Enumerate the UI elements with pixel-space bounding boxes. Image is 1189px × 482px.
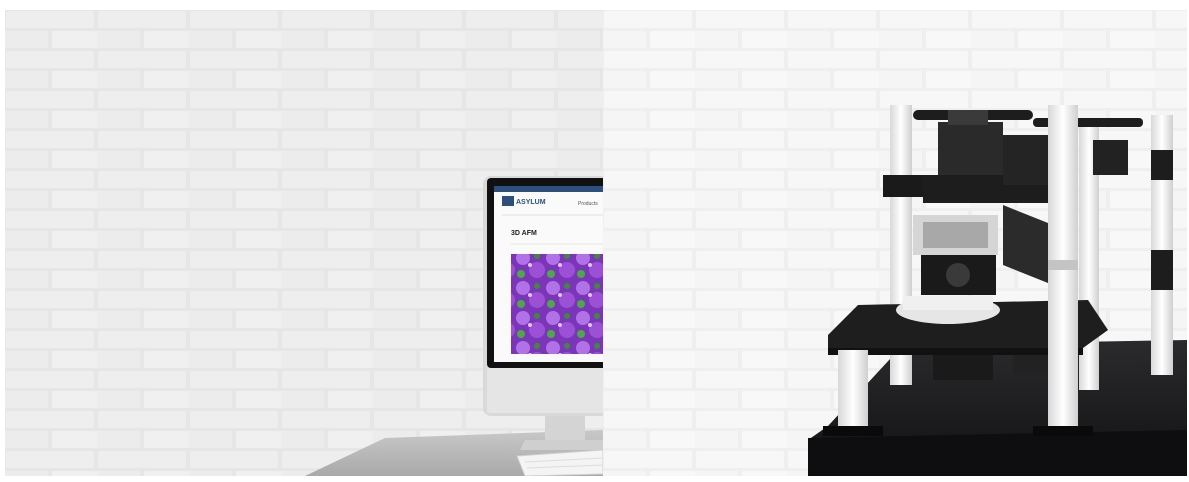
office-scene: ASYLUM Products 3D AFM xyxy=(5,10,603,476)
left-photo-panel: ASYLUM Products 3D AFM xyxy=(5,10,603,476)
screen-logo-text: ASYLUM xyxy=(516,199,546,206)
right-photo-panel xyxy=(603,10,1187,476)
screen-purple-image xyxy=(511,254,603,354)
asylum-logo-icon xyxy=(502,196,514,206)
screen-page-heading: 3D AFM xyxy=(511,230,537,237)
computer-monitor: ASYLUM Products 3D AFM xyxy=(483,176,603,416)
screen-nav-text: Products xyxy=(578,201,598,207)
instrument-scene xyxy=(603,10,1187,476)
